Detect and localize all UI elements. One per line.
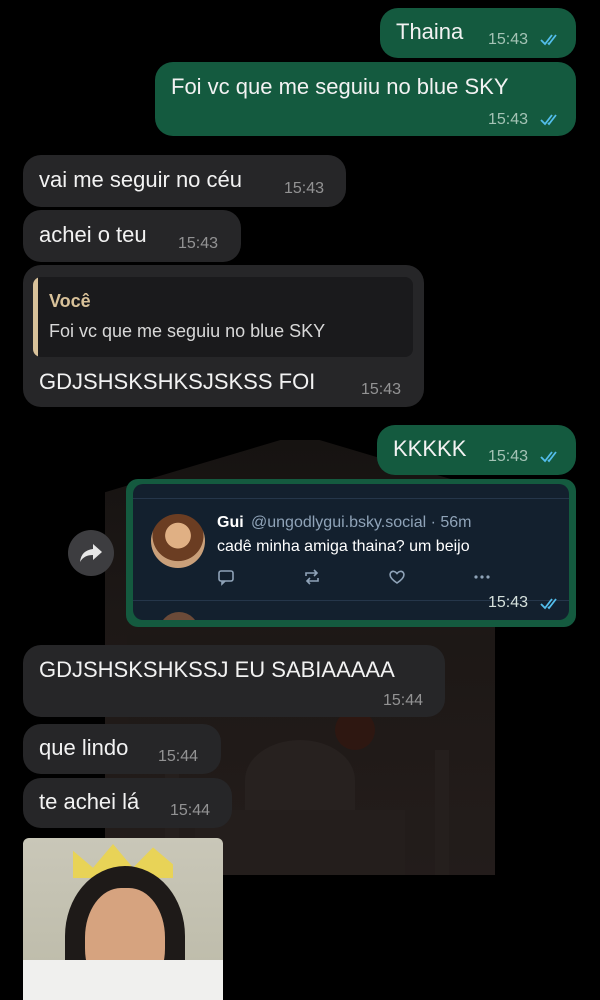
message-image[interactable]	[23, 838, 223, 1000]
message-text: vai me seguir no céu	[39, 167, 242, 192]
quoted-message[interactable]: Você Foi vc que me seguiu no blue SKY	[33, 277, 413, 357]
repost-icon[interactable]	[303, 568, 321, 586]
divider	[133, 498, 569, 499]
message-text: achei o teu	[39, 222, 147, 247]
message-incoming[interactable]: achei o teu 15:43	[23, 210, 241, 262]
read-receipt-icon	[540, 451, 557, 463]
message-time: 15:43	[488, 594, 529, 611]
quote-text: Foi vc que me seguiu no blue SKY	[49, 321, 326, 341]
message-text: GDJSHSKSHKSSJ EU SABIAAAAA	[39, 657, 395, 682]
message-time: 15:43	[488, 111, 529, 128]
avatar[interactable]	[151, 514, 205, 568]
forward-button[interactable]	[68, 530, 114, 576]
post-author-name[interactable]: Gui	[217, 514, 244, 532]
reply-icon[interactable]	[217, 568, 235, 586]
message-text: Thaina	[396, 19, 464, 44]
message-time: 15:44	[383, 692, 424, 709]
message-incoming-reply[interactable]: Você Foi vc que me seguiu no blue SKY GD…	[23, 265, 424, 407]
post-author-handle[interactable]: @ungodlygui.bsky.social · 56m	[251, 514, 472, 532]
wallpaper-minaret	[435, 750, 449, 875]
read-receipt-icon	[540, 114, 557, 126]
message-incoming[interactable]: que lindo 15:44	[23, 724, 221, 774]
message-incoming[interactable]: te achei lá 15:44	[23, 778, 232, 828]
read-receipt-icon	[540, 598, 557, 610]
message-incoming[interactable]: GDJSHSKSHKSSJ EU SABIAAAAA 15:44	[23, 645, 445, 717]
message-text: Foi vc que me seguiu no blue SKY	[171, 74, 509, 99]
message-time: 15:43	[361, 381, 402, 398]
message-text: KKKKK	[393, 436, 467, 461]
message-incoming[interactable]: vai me seguir no céu 15:43	[23, 155, 346, 207]
message-text: te achei lá	[39, 789, 140, 814]
quote-author: Você	[49, 291, 91, 311]
message-outgoing[interactable]: KKKKK 15:43	[377, 425, 576, 475]
forward-arrow-icon	[80, 544, 102, 562]
message-time: 15:43	[284, 180, 325, 197]
post-text: cadê minha amiga thaina? um beijo	[217, 538, 470, 555]
message-text: GDJSHSKSHKSJSKSS FOI	[39, 369, 316, 394]
quote-accent-bar	[33, 277, 38, 357]
message-time: 15:43	[488, 448, 529, 465]
like-icon[interactable]	[388, 568, 406, 586]
message-text: que lindo	[39, 735, 129, 760]
avatar	[159, 612, 199, 620]
message-outgoing[interactable]: Thaina 15:43	[380, 8, 576, 58]
more-icon[interactable]	[473, 568, 491, 586]
message-time: 15:44	[158, 748, 199, 765]
read-receipt-icon	[540, 34, 557, 46]
message-time: 15:43	[178, 235, 219, 252]
message-outgoing[interactable]: Foi vc que me seguiu no blue SKY 15:43	[155, 62, 576, 136]
message-time: 15:43	[488, 31, 529, 48]
wallpaper-dome	[245, 740, 355, 820]
photo-shirt	[23, 960, 223, 1000]
message-time: 15:44	[170, 802, 211, 819]
